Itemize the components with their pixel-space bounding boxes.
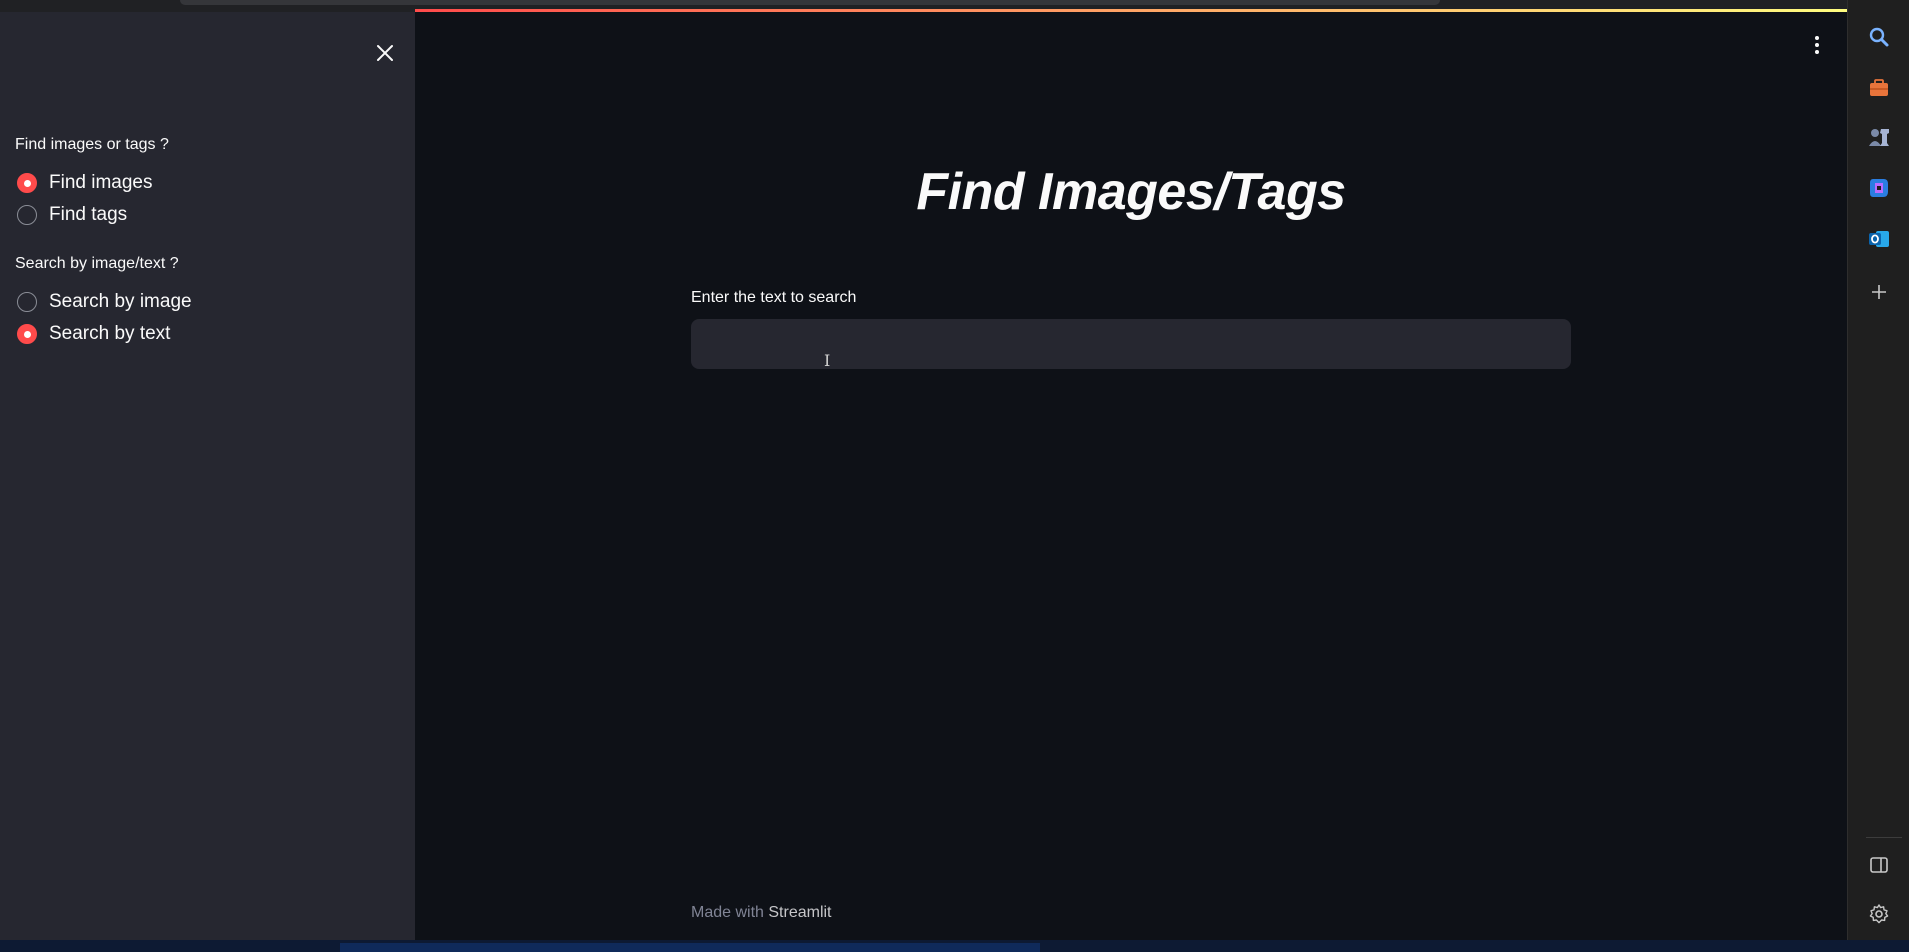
- sidebar-toggle-icon[interactable]: [1867, 853, 1891, 877]
- radio-label: Search by text: [49, 323, 171, 344]
- taskbar-accent: [340, 943, 1040, 952]
- footer: Made with Streamlit: [691, 904, 832, 922]
- taskbar: [0, 940, 1909, 952]
- radio-selected-icon[interactable]: [17, 173, 37, 193]
- text-cursor-icon: I: [824, 351, 831, 370]
- search-mode-label: Search by image/text ?: [15, 255, 179, 272]
- main-content: Find Images/Tags Enter the text to searc…: [415, 12, 1847, 940]
- radio-label: Find tags: [49, 204, 128, 225]
- browser-tab-strip: [180, 0, 1440, 5]
- footer-prefix: Made with: [691, 904, 769, 921]
- search-icon[interactable]: [1867, 25, 1891, 49]
- radio-unselected-icon[interactable]: [17, 292, 37, 312]
- dot-icon: [1815, 36, 1819, 40]
- streamlit-link[interactable]: Streamlit: [768, 904, 831, 921]
- radio-unselected-icon[interactable]: [17, 205, 37, 225]
- radio-find-tags[interactable]: Find tags: [17, 204, 127, 226]
- radio-label: Find images: [49, 172, 153, 193]
- copilot-icon[interactable]: [1867, 176, 1891, 200]
- edge-sidebar: [1847, 0, 1909, 940]
- settings-icon[interactable]: [1867, 902, 1891, 926]
- chess-icon[interactable]: [1867, 125, 1891, 149]
- radio-selected-icon[interactable]: [17, 324, 37, 344]
- radio-search-by-image[interactable]: Search by image: [17, 291, 192, 313]
- page-title: Find Images/Tags: [916, 163, 1346, 221]
- close-icon: [377, 45, 393, 61]
- plus-icon[interactable]: [1867, 280, 1891, 304]
- close-sidebar-button[interactable]: [370, 38, 400, 68]
- edge-divider: [1866, 837, 1902, 838]
- dot-icon: [1815, 50, 1819, 54]
- search-input[interactable]: [691, 319, 1571, 369]
- briefcase-icon[interactable]: [1867, 76, 1891, 100]
- find-mode-label: Find images or tags ?: [15, 136, 169, 153]
- dot-icon: [1815, 43, 1819, 47]
- search-input-label: Enter the text to search: [691, 289, 857, 306]
- radio-label: Search by image: [49, 291, 192, 312]
- main-menu-button[interactable]: [1807, 30, 1827, 60]
- radio-search-by-text[interactable]: Search by text: [17, 323, 170, 345]
- outlook-icon[interactable]: [1867, 227, 1891, 251]
- sidebar: Find images or tags ? Find images Find t…: [0, 12, 415, 940]
- radio-find-images[interactable]: Find images: [17, 172, 153, 194]
